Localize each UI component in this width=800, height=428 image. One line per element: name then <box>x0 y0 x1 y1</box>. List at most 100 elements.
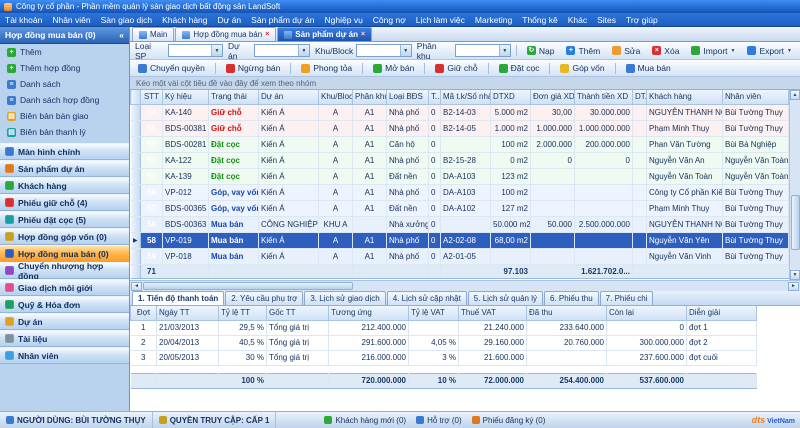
sidebar-item[interactable]: Nhân viên <box>0 347 129 364</box>
toolbar-button[interactable]: Sửa <box>607 44 645 58</box>
column-header[interactable]: Phân khu <box>353 90 387 104</box>
status-link[interactable]: Khách hàng mới (0) <box>324 416 406 425</box>
column-header[interactable]: Ký hiệu <box>163 90 209 104</box>
sidebar-item[interactable]: Chuyển nhượng hợp đồng <box>0 262 129 279</box>
menu-item[interactable]: Công nợ <box>368 13 411 26</box>
toolbar-button[interactable]: Mở bán <box>368 61 419 75</box>
table-row[interactable]: 55BDS-00381Giữ chỗKiến ÁAA1Nhà phố0B2-14… <box>131 120 789 136</box>
status-link[interactable]: Hỗ trợ (0) <box>416 416 462 425</box>
column-header[interactable]: Đã thu <box>527 306 607 320</box>
table-row[interactable]: 56VP-012Góp, vay vốnKiến ÁAA1Nhà phố0DA-… <box>131 184 789 200</box>
tab-close-icon[interactable]: × <box>265 31 269 38</box>
column-header[interactable]: Khách hàng <box>647 90 723 104</box>
sidebar-shortcut[interactable]: ▤Biên bản bàn giao <box>0 108 129 124</box>
column-header[interactable]: DTXD <box>491 90 531 104</box>
toolbar-button[interactable]: Đặt cọc <box>494 61 545 75</box>
sidebar-item[interactable]: Phiếu đặt cọc (5) <box>0 211 129 228</box>
sidebar-item[interactable]: Tài liệu <box>0 330 129 347</box>
column-header[interactable]: T... <box>429 90 441 104</box>
tab[interactable]: Hợp đồng mua bán× <box>175 27 276 41</box>
column-header[interactable]: STT <box>141 90 163 104</box>
filter-combo[interactable]: ▼ <box>254 44 310 57</box>
scroll-up-icon[interactable]: ▲ <box>790 90 800 100</box>
sidebar-item[interactable]: Màn hình chính <box>0 143 129 160</box>
column-header[interactable]: Nhân viên <box>723 90 789 104</box>
sidebar-item[interactable]: Sản phẩm dự án <box>0 160 129 177</box>
filter-combo[interactable]: ▼ <box>168 44 224 57</box>
column-header[interactable]: DT... <box>633 90 647 104</box>
sidebar-item[interactable]: Quỹ & Hóa đơn <box>0 296 129 313</box>
menu-item[interactable]: Khách hàng <box>157 13 212 26</box>
table-row[interactable]: 320/05/201330 %Tổng giá trị216.000.0003 … <box>131 350 757 365</box>
scroll-right-icon[interactable]: ► <box>788 282 799 291</box>
menu-item[interactable]: Tài khoản <box>0 13 47 26</box>
tab[interactable]: 5. Lịch sử quản lý <box>468 291 543 305</box>
column-header[interactable]: Tỷ lệ VAT <box>409 306 459 320</box>
table-row[interactable]: 59VP-018Mua bánKiến ÁAA1Nhà phố0A2-01-05… <box>131 248 789 264</box>
sidebar-shortcut[interactable]: ≡Danh sách <box>0 76 129 92</box>
scroll-down-icon[interactable]: ▼ <box>790 270 800 280</box>
tab[interactable]: 4. Lịch sử cập nhật <box>387 291 467 305</box>
sidebar-panel-header[interactable]: Hợp đồng mua bán (0) « <box>0 27 129 44</box>
scroll-left-icon[interactable]: ◄ <box>131 282 142 291</box>
column-header[interactable]: Thuế VAT <box>459 306 527 320</box>
column-header[interactable]: Mã t.k/Số nhà <box>441 90 491 104</box>
column-header[interactable]: Gốc TT <box>267 306 329 320</box>
column-header[interactable]: Ngày TT <box>157 306 219 320</box>
toolbar-button[interactable]: +Thêm <box>561 44 605 58</box>
sidebar-shortcut[interactable]: ▤Biên bản thanh lý <box>0 124 129 140</box>
table-row[interactable]: 220/04/201340,5 %Tổng giá trị291.600.000… <box>131 335 757 350</box>
menu-item[interactable]: Nhân viên <box>47 13 95 26</box>
table-row[interactable]: 52KA-122Đặt cọcKiến ÁAA1Nhà phố0B2-15-28… <box>131 152 789 168</box>
toolbar-button[interactable]: Ngừng bán <box>221 61 286 75</box>
sidebar-item[interactable]: Khách hàng <box>0 177 129 194</box>
column-header[interactable]: Đơn giá XD <box>531 90 575 104</box>
menu-item[interactable]: Sản phẩm dự án <box>246 13 319 26</box>
menu-item[interactable]: Marketing <box>470 13 517 26</box>
scrollbar-thumb[interactable] <box>791 195 800 250</box>
toolbar-button[interactable]: Import▼ <box>686 44 740 58</box>
toolbar-button[interactable]: Mua bán <box>621 61 676 75</box>
tab[interactable]: 7. Phiếu chi <box>600 291 654 305</box>
tab-close-icon[interactable]: × <box>361 31 365 38</box>
sidebar-shortcut[interactable]: +Thêm <box>0 44 129 60</box>
menu-item[interactable]: Sàn giao dịch <box>96 13 158 26</box>
toolbar-button[interactable]: ×Xóa <box>647 44 684 58</box>
table-row[interactable]: 53KA-139Đặt cọcKiến ÁAA1Đất nền0DA-A1031… <box>131 168 789 184</box>
toolbar-button[interactable]: ↻Nạp <box>522 44 560 58</box>
table-row[interactable]: 58BDS-00363Mua bánCÔNG NGHIỆP VISIPKHU A… <box>131 216 789 232</box>
tab[interactable]: 6. Phiếu thu <box>544 291 599 305</box>
menu-item[interactable]: Trợ giúp <box>621 13 663 26</box>
menu-item[interactable]: Nghiệp vụ <box>320 13 368 26</box>
vertical-scrollbar[interactable]: ▲ ▼ <box>789 90 800 280</box>
tab[interactable]: 2. Yêu cầu phụ trợ <box>225 291 303 305</box>
column-header[interactable]: Dự án <box>259 90 319 104</box>
menu-item[interactable]: Thống kê <box>517 13 562 26</box>
tab[interactable]: Sản phẩm dự án× <box>277 27 372 41</box>
sidebar-item[interactable]: Giao dịch môi giới <box>0 279 129 296</box>
column-header[interactable]: Loại BĐS <box>387 90 429 104</box>
tab[interactable]: 3. Lịch sử giao dịch <box>304 291 385 305</box>
filter-combo[interactable]: ▼ <box>356 44 412 57</box>
toolbar-button[interactable]: Chuyển quyền <box>133 61 210 75</box>
horizontal-scrollbar[interactable]: ◄ ► <box>130 280 800 291</box>
sidebar-item[interactable]: Phiếu giữ chỗ (4) <box>0 194 129 211</box>
toolbar-button[interactable]: Giữ chỗ <box>430 61 482 75</box>
sidebar-item[interactable]: Dự án <box>0 313 129 330</box>
filter-combo[interactable]: ▼ <box>455 44 511 57</box>
column-header[interactable]: Đợt <box>131 306 157 320</box>
sidebar-item[interactable]: Hợp đồng mua bán (0) <box>0 245 129 262</box>
menu-item[interactable]: Khác <box>563 13 592 26</box>
group-by-panel[interactable]: Kéo một vài cột tiêu đề vào đây để xem t… <box>130 77 800 90</box>
menu-item[interactable]: Dự án <box>213 13 247 26</box>
column-header[interactable]: Diễn giải <box>687 306 757 320</box>
toolbar-button[interactable]: Góp vốn <box>555 61 609 75</box>
column-header[interactable]: Khu/Block <box>319 90 353 104</box>
scrollbar-thumb[interactable] <box>143 282 353 290</box>
toolbar-button[interactable]: Export▼ <box>742 44 797 58</box>
menu-item[interactable]: Lịch làm việc <box>411 13 470 26</box>
table-row[interactable]: 54KA-140Giữ chỗKiến ÁAA1Nhà phố0B2-14-03… <box>131 104 789 120</box>
table-row[interactable]: 57BDS-00365Góp, vay vốnKiến ÁAA1Đất nền0… <box>131 200 789 216</box>
table-row[interactable]: 121/03/201329,5 %Tổng giá trị212.400.000… <box>131 320 757 335</box>
sidebar-shortcut[interactable]: +Thêm hợp đồng <box>0 60 129 76</box>
